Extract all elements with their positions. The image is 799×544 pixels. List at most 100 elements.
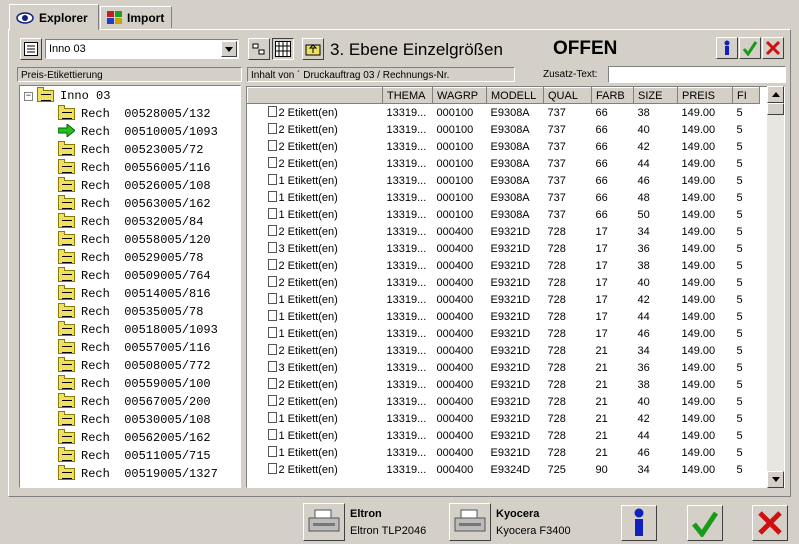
column-header[interactable]: THEMA <box>382 87 433 104</box>
printer-kyocera-button[interactable] <box>449 503 491 541</box>
tree-item-label: Rech 00563005/162 <box>81 197 211 211</box>
table-row[interactable]: 2 Etikett(en) 13319... 000400 E9321D 728 21 34… <box>248 342 760 359</box>
table-row[interactable]: 2 Etikett(en) 13319... 000400 E9321D 728 17 34… <box>248 223 760 240</box>
chevron-down-icon[interactable] <box>221 41 237 57</box>
column-header[interactable] <box>247 87 383 104</box>
table-row[interactable]: 1 Etikett(en) 13319... 000400 E9321D 728 21 42… <box>248 410 760 427</box>
printer-eltron-button[interactable] <box>303 503 345 541</box>
table-row[interactable]: 1 Etikett(en) 13319... 000100 E9308A 737 66 46… <box>248 172 760 189</box>
grid-view-button[interactable] <box>272 38 294 60</box>
table-cell: 5 <box>736 123 743 136</box>
tree-item[interactable]: Rech 00563005/162 <box>58 195 211 213</box>
job-combo-value: Inno 03 <box>49 43 86 55</box>
tree-item[interactable]: Rech 00532005/84 <box>58 213 203 231</box>
table-row[interactable]: 2 Etikett(en) 13319... 000400 E9321D 728 17 40… <box>248 274 760 291</box>
tree-item[interactable]: Rech 00511005/715 <box>58 447 211 465</box>
table-row[interactable]: 2 Etikett(en) 13319... 000100 E9308A 737 66 44… <box>248 155 760 172</box>
table-row[interactable]: 2 Etikett(en) 13319... 000400 E9321D 728 21 40… <box>248 393 760 410</box>
table-row[interactable]: 1 Etikett(en) 13319... 000100 E9308A 737 66 48… <box>248 189 760 206</box>
tree-view-button[interactable] <box>20 38 42 60</box>
table-cell: 13319... <box>386 412 427 425</box>
label-view-button[interactable] <box>248 38 270 60</box>
level-up-button[interactable] <box>302 38 324 60</box>
tree-item[interactable]: Rech 00508005/772 <box>58 357 211 375</box>
confirm-button[interactable] <box>687 505 723 541</box>
table-row[interactable]: 2 Etikett(en) 13319... 000100 E9308A 737 66 40… <box>248 121 760 138</box>
table-row[interactable]: 2 Etikett(en) 13319... 000400 E9321D 728 21 38… <box>248 376 760 393</box>
table-row[interactable]: 2 Etikett(en) 13319... 000400 E9321D 728 17 38… <box>248 257 760 274</box>
tree-item[interactable]: Rech 00509005/764 <box>58 267 211 285</box>
label-doc-icon <box>267 208 277 220</box>
column-header[interactable]: WAGRP <box>432 87 487 104</box>
abort-button[interactable] <box>752 505 788 541</box>
labels-table[interactable]: THEMA WAGRP MODELL QUAL FARB SIZE PREIS FI 2 Et… <box>246 86 785 488</box>
zusatz-input[interactable] <box>608 66 786 83</box>
table-cell: 17 <box>595 242 608 255</box>
collapse-icon[interactable]: − <box>24 91 33 101</box>
label-doc-icon <box>267 463 277 475</box>
tree-item[interactable]: Rech 00556005/116 <box>58 159 211 177</box>
tree-item[interactable]: Rech 00567005/200 <box>58 393 211 411</box>
tree-item[interactable]: Rech 00529005/78 <box>58 249 203 267</box>
tree-item[interactable]: Rech 00519005/1327 <box>58 465 218 483</box>
table-cell: E9321D <box>490 259 531 272</box>
tree-item[interactable]: Rech 00530005/108 <box>58 411 211 429</box>
ok-button[interactable] <box>739 37 761 59</box>
table-cell: 90 <box>595 463 608 476</box>
label-doc-icon <box>267 429 277 441</box>
column-header[interactable]: MODELL <box>486 87 544 104</box>
job-combo[interactable]: Inno 03 <box>45 39 239 59</box>
table-cell: 21 <box>595 395 608 408</box>
column-header[interactable]: PREIS <box>677 87 733 104</box>
tree-item[interactable]: Rech 00510005/1093 <box>57 122 218 141</box>
table-row[interactable]: 2 Etikett(en) 13319... 000100 E9308A 737 66 38… <box>248 104 760 122</box>
scroll-down-button[interactable] <box>767 471 784 488</box>
invoice-tree[interactable]: − Inno 03 Rech 00528005/132 Rech 00510005… <box>19 85 241 488</box>
table-scrollbar[interactable] <box>767 86 784 488</box>
table-row[interactable]: 2 Etikett(en) 13319... 000400 E9324D 725 90 34… <box>248 461 760 478</box>
tree-item[interactable]: Rech 00562005/162 <box>58 429 211 447</box>
column-header[interactable]: FARB <box>591 87 634 104</box>
table-cell: 000400 <box>436 463 474 476</box>
tree-item[interactable]: Rech 00557005/116 <box>58 339 211 357</box>
table-cell: 5 <box>736 361 743 374</box>
tree-item[interactable]: Rech 00523005/72 <box>58 141 203 159</box>
tree-item[interactable]: Rech 00559005/100 <box>58 375 211 393</box>
label-count: 1 Etikett(en) <box>278 429 338 442</box>
table-cell: 149.00 <box>681 140 716 153</box>
scroll-thumb[interactable] <box>767 103 784 115</box>
info-large-button[interactable] <box>621 505 657 541</box>
tree-item[interactable]: Rech 00558005/120 <box>58 231 211 249</box>
tree-item[interactable]: Rech 00528005/132 <box>58 105 211 123</box>
tree-item[interactable]: Rech 00526005/108 <box>58 177 211 195</box>
table-row[interactable]: 1 Etikett(en) 13319... 000400 E9321D 728 17 46… <box>248 325 760 342</box>
tree-item[interactable]: Rech 00535005/78 <box>58 303 203 321</box>
label-doc-icon <box>267 412 277 424</box>
tree-item[interactable]: Rech 00518005/1093 <box>58 321 218 339</box>
tree-root[interactable]: − Inno 03 <box>24 87 110 105</box>
column-header[interactable]: FI <box>732 87 760 104</box>
table-row[interactable]: 3 Etikett(en) 13319... 000400 E9321D 728 17 36… <box>248 240 760 257</box>
column-header[interactable]: SIZE <box>633 87 678 104</box>
table-row[interactable]: 1 Etikett(en) 13319... 000400 E9321D 728 21 46… <box>248 444 760 461</box>
table-row[interactable]: 1 Etikett(en) 13319... 000100 E9308A 737 66 50… <box>248 206 760 223</box>
scroll-up-button[interactable] <box>767 86 784 103</box>
table-cell: 13319... <box>386 361 427 374</box>
tab-explorer[interactable]: Explorer <box>9 4 99 30</box>
table-cell: 149.00 <box>681 446 716 459</box>
column-header[interactable]: QUAL <box>543 87 592 104</box>
table-row[interactable]: 1 Etikett(en) 13319... 000400 E9321D 728 17 42… <box>248 291 760 308</box>
table-cell: 2 Etikett(en) <box>248 461 383 478</box>
tree-item[interactable]: Rech 00514005/816 <box>58 285 211 303</box>
table-row[interactable]: 1 Etikett(en) 13319... 000400 E9321D 728 17 44… <box>248 308 760 325</box>
table-cell: 66 <box>595 106 608 119</box>
info-button[interactable] <box>716 37 738 59</box>
folder-icon <box>58 249 75 264</box>
table-row[interactable]: 3 Etikett(en) 13319... 000400 E9321D 728 21 36… <box>248 359 760 376</box>
table-cell: 1 Etikett(en) <box>248 172 383 189</box>
cancel-button[interactable] <box>762 37 784 59</box>
table-row[interactable]: 1 Etikett(en) 13319... 000400 E9321D 728 21 44… <box>248 427 760 444</box>
tab-import[interactable]: Import <box>100 6 172 28</box>
table-cell: 000100 <box>436 140 474 153</box>
table-row[interactable]: 2 Etikett(en) 13319... 000100 E9308A 737 66 42… <box>248 138 760 155</box>
